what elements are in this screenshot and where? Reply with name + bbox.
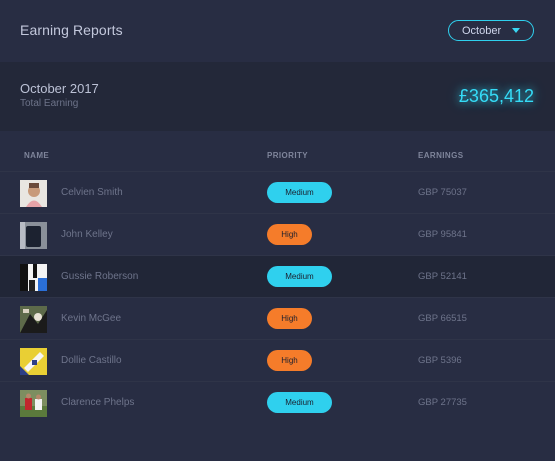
summary-period: October 2017	[20, 81, 99, 96]
avatar	[20, 306, 47, 333]
priority-badge[interactable]: Medium	[267, 392, 332, 413]
earning-summary: October 2017 Total Earning £365,412	[0, 62, 555, 131]
user-name: Gussie Roberson	[61, 271, 139, 282]
earnings-value: GBP 5396	[418, 355, 462, 366]
table-row[interactable]: Clarence Phelps Medium GBP 27735	[0, 381, 555, 423]
month-select-value: October	[462, 24, 502, 37]
avatar	[20, 222, 47, 249]
total-earning-amount: £365,412	[458, 86, 534, 106]
user-name: Celvien Smith	[61, 187, 123, 198]
column-header-name: NAME	[24, 151, 50, 160]
column-header-earnings: EARNINGS	[418, 151, 464, 160]
card-header: Earning Reports October	[0, 0, 555, 62]
user-name: Kevin McGee	[61, 313, 122, 324]
earning-reports-card: Earning Reports October October 2017 Tot…	[0, 0, 555, 461]
priority-badge[interactable]: Medium	[267, 266, 332, 287]
table-row[interactable]: Kevin McGee High GBP 66515	[0, 297, 555, 339]
table-row[interactable]: Gussie Roberson Medium GBP 52141	[0, 255, 555, 297]
avatar	[20, 180, 47, 207]
summary-label: Total Earning	[20, 98, 79, 109]
priority-badge[interactable]: High	[267, 308, 312, 329]
column-header-priority: PRIORITY	[267, 151, 308, 160]
user-name: John Kelley	[61, 229, 113, 240]
priority-badge[interactable]: High	[267, 350, 312, 371]
earnings-value: GBP 52141	[418, 271, 467, 282]
priority-badge[interactable]: High	[267, 224, 312, 245]
user-name: Dollie Castillo	[61, 355, 122, 366]
table-row[interactable]: John Kelley High GBP 95841	[0, 213, 555, 255]
earnings-value: GBP 75037	[418, 187, 467, 198]
caret-down-icon	[512, 28, 520, 33]
avatar	[20, 264, 47, 291]
month-select[interactable]: October	[448, 20, 534, 41]
card-title: Earning Reports	[20, 22, 123, 38]
avatar	[20, 390, 47, 417]
table-row[interactable]: Dollie Castillo High GBP 5396	[0, 339, 555, 381]
avatar	[20, 348, 47, 375]
table-row[interactable]: Celvien Smith Medium GBP 75037	[0, 171, 555, 213]
user-name: Clarence Phelps	[61, 397, 135, 408]
earnings-table: NAME PRIORITY EARNINGS Celvien Smith Med…	[0, 131, 555, 423]
earnings-value: GBP 27735	[418, 397, 467, 408]
earnings-value: GBP 66515	[418, 313, 467, 324]
earnings-value: GBP 95841	[418, 229, 467, 240]
table-header: NAME PRIORITY EARNINGS	[0, 131, 555, 171]
priority-badge[interactable]: Medium	[267, 182, 332, 203]
